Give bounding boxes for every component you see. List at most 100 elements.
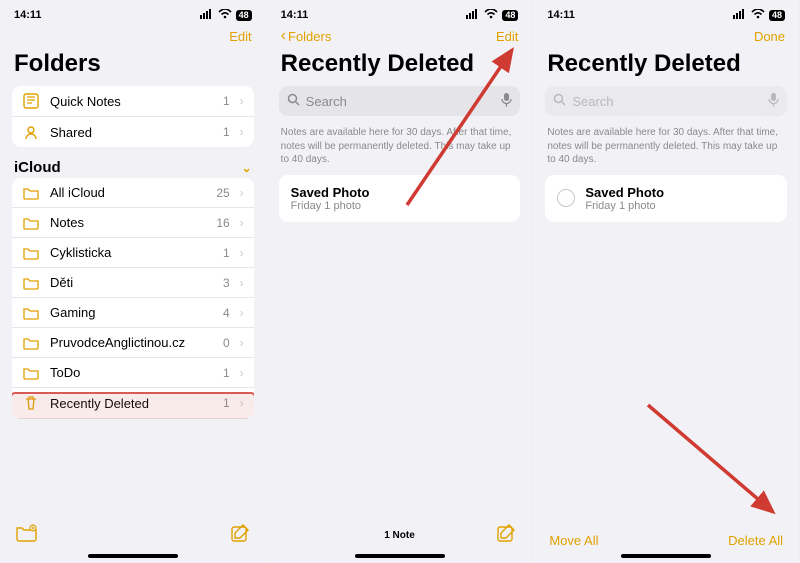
delete-all-button[interactable]: Delete All <box>728 533 783 548</box>
search-input[interactable]: Search <box>279 86 521 116</box>
folder-row[interactable]: Notes 16 › <box>12 208 254 238</box>
chevron-left-icon: ‹ <box>281 27 286 45</box>
folder-icon <box>22 306 40 320</box>
chevron-right-icon: › <box>240 94 244 108</box>
folder-row[interactable]: Děti 3 › <box>12 268 254 298</box>
folder-label: Cyklisticka <box>50 245 213 260</box>
folder-row-recently-deleted[interactable]: Recently Deleted 1 › <box>12 388 254 419</box>
arrow-annotation <box>643 400 793 535</box>
mic-icon[interactable] <box>501 92 512 110</box>
folder-count: 1 <box>223 366 230 380</box>
move-all-button[interactable]: Move All <box>549 533 598 548</box>
section-header[interactable]: iCloud ⌄ <box>0 147 266 178</box>
battery-icon: 48 <box>769 10 785 21</box>
folder-count: 1 <box>223 94 230 108</box>
screen-recently-deleted-edit: 14:11 48 Done Recently Deleted Search No… <box>533 0 800 563</box>
folder-count: 4 <box>223 306 230 320</box>
bottom-toolbar <box>0 515 266 554</box>
folder-label: PruvodceAnglictinou.cz <box>50 335 213 350</box>
page-title: Folders <box>0 48 266 86</box>
shared-icon <box>22 124 40 140</box>
search-icon <box>287 93 300 109</box>
home-indicator <box>88 554 178 558</box>
folder-icon <box>22 276 40 290</box>
section-title: iCloud <box>14 159 61 176</box>
back-button[interactable]: ‹ Folders <box>281 27 332 45</box>
folder-icon <box>22 366 40 380</box>
folder-row[interactable]: ToDo 1 › <box>12 358 254 388</box>
retention-info: Notes are available here for 30 days. Af… <box>533 122 799 175</box>
search-input[interactable]: Search <box>545 86 787 116</box>
chevron-right-icon: › <box>240 336 244 350</box>
page-title: Recently Deleted <box>267 48 533 86</box>
chevron-right-icon: › <box>240 216 244 230</box>
chevron-right-icon: › <box>240 366 244 380</box>
folder-icon <box>22 246 40 260</box>
screen-folders: 14:11 48 Edit Folders Quick Notes 1 › <box>0 0 267 563</box>
home-indicator <box>621 554 711 558</box>
trash-icon <box>22 395 40 411</box>
folder-label: Děti <box>50 275 213 290</box>
search-placeholder: Search <box>306 94 347 109</box>
compose-button[interactable] <box>230 523 250 548</box>
icloud-folders-card: All iCloud 25 › Notes 16 › Cyklisticka 1… <box>12 178 254 419</box>
battery-icon: 48 <box>502 10 518 21</box>
retention-info: Notes are available here for 30 days. Af… <box>267 122 533 175</box>
search-placeholder: Search <box>572 94 613 109</box>
select-radio[interactable] <box>557 189 575 207</box>
done-button[interactable]: Done <box>754 29 785 44</box>
bottom-toolbar: 1 Note <box>267 515 533 554</box>
folder-label: Notes <box>50 215 206 230</box>
folder-row[interactable]: Cyklisticka 1 › <box>12 238 254 268</box>
folder-icon <box>22 336 40 350</box>
note-subtitle: Friday 1 photo <box>291 200 509 212</box>
folder-row[interactable]: PruvodceAnglictinou.cz 0 › <box>12 328 254 358</box>
edit-button[interactable]: Edit <box>496 29 518 44</box>
status-bar: 14:11 48 <box>533 0 799 20</box>
folder-label: Quick Notes <box>50 94 213 109</box>
compose-button[interactable] <box>496 523 516 548</box>
folder-label: Gaming <box>50 305 213 320</box>
edit-button[interactable]: Edit <box>229 29 251 44</box>
folder-label: Shared <box>50 125 213 140</box>
note-row[interactable]: Saved Photo Friday 1 photo <box>545 175 787 222</box>
note-row[interactable]: Saved Photo Friday 1 photo <box>279 175 521 222</box>
home-indicator <box>355 554 445 558</box>
folder-count: 1 <box>223 125 230 139</box>
nav-bar: ‹ Folders Edit <box>267 20 533 48</box>
chevron-right-icon: › <box>240 246 244 260</box>
folder-icon <box>22 216 40 230</box>
back-label: Folders <box>288 29 331 44</box>
mic-icon[interactable] <box>768 92 779 110</box>
folder-row[interactable]: Quick Notes 1 › <box>12 86 254 117</box>
note-title: Saved Photo <box>291 185 509 200</box>
folder-count: 25 <box>216 186 229 200</box>
new-folder-button[interactable] <box>16 524 38 547</box>
chevron-right-icon: › <box>240 186 244 200</box>
folder-label: All iCloud <box>50 185 206 200</box>
note-subtitle: Friday 1 photo <box>585 200 775 212</box>
nav-bar: Edit <box>0 20 266 48</box>
chevron-right-icon: › <box>240 306 244 320</box>
notes-list: Saved Photo Friday 1 photo <box>545 175 787 222</box>
search-icon <box>553 93 566 109</box>
chevron-right-icon: › <box>240 125 244 139</box>
screen-recently-deleted: 14:11 48 ‹ Folders Edit Recently Deleted… <box>267 0 534 563</box>
folder-row[interactable]: Shared 1 › <box>12 117 254 147</box>
folder-row[interactable]: All iCloud 25 › <box>12 178 254 208</box>
folder-count: 16 <box>216 216 229 230</box>
chevron-right-icon: › <box>240 276 244 290</box>
note-title: Saved Photo <box>585 185 775 200</box>
folder-count: 1 <box>223 246 230 260</box>
notes-list: Saved Photo Friday 1 photo <box>279 175 521 222</box>
folder-count: 3 <box>223 276 230 290</box>
status-bar: 14:11 48 <box>0 0 266 20</box>
nav-bar: Done <box>533 20 799 48</box>
folder-label: ToDo <box>50 365 213 380</box>
folder-row[interactable]: Gaming 4 › <box>12 298 254 328</box>
folder-count: 1 <box>223 396 230 410</box>
battery-icon: 48 <box>236 10 252 21</box>
note-count: 1 Note <box>303 530 497 541</box>
chevron-right-icon: › <box>240 396 244 410</box>
page-title: Recently Deleted <box>533 48 799 86</box>
